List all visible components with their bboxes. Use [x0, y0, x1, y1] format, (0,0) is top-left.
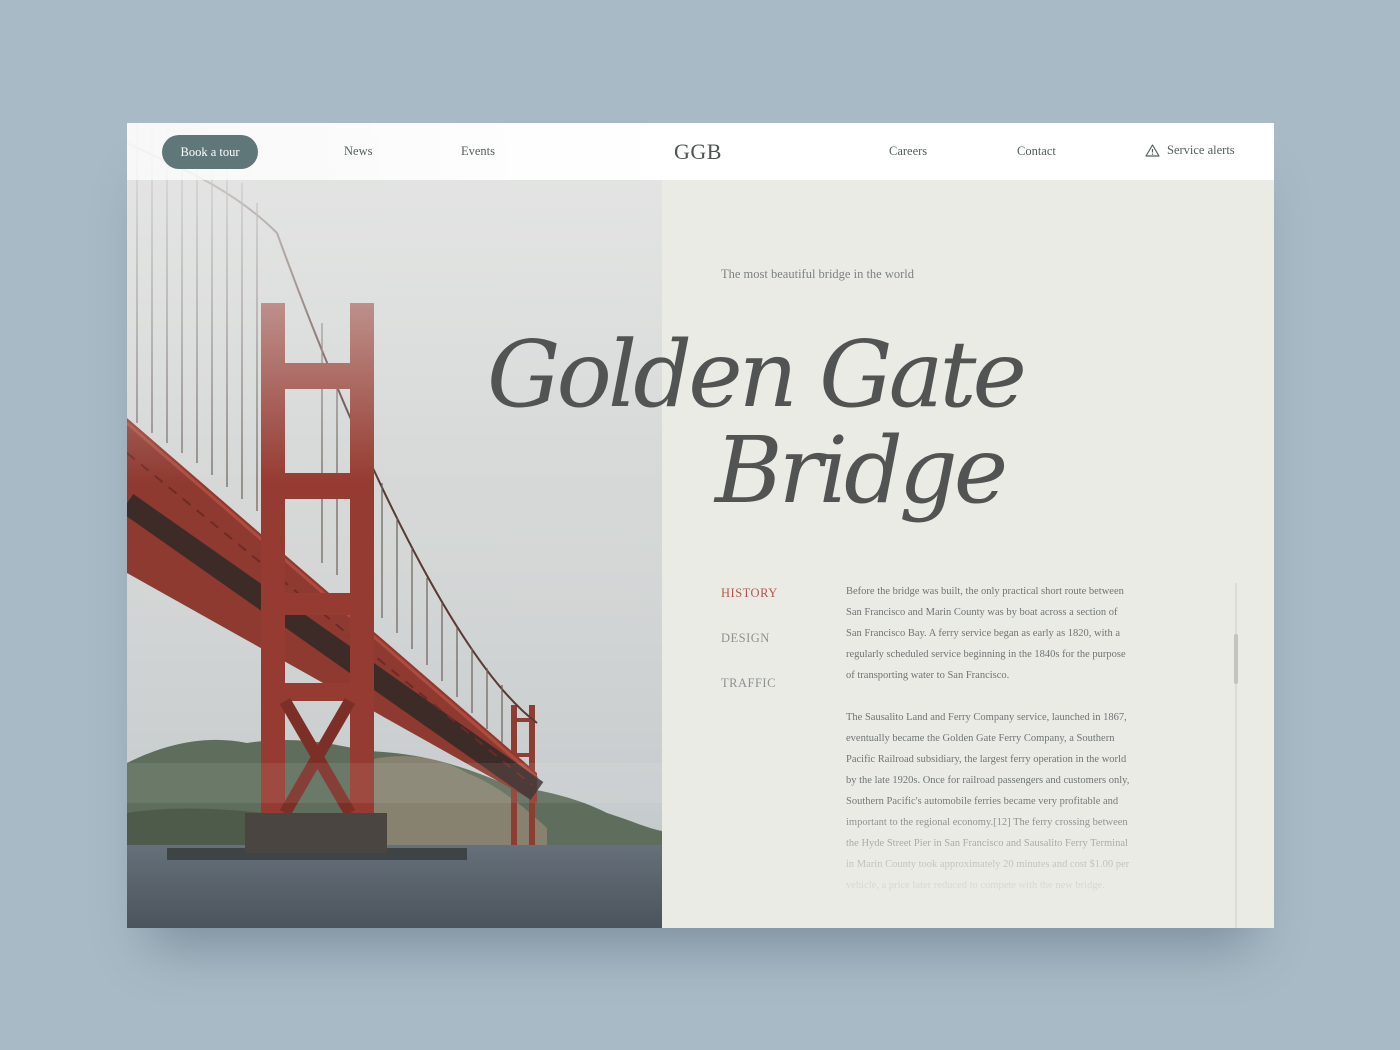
hero-title-line-2: Bridge — [715, 417, 1008, 524]
hero-title-line-1: Golden Gate — [487, 321, 1027, 428]
tab-traffic[interactable]: TRAFFIC — [721, 676, 776, 691]
top-nav-bar: Book a tour News Events GGB Careers Cont… — [127, 123, 1274, 180]
nav-link-contact[interactable]: Contact — [1017, 144, 1056, 159]
hero-tagline: The most beautiful bridge in the world — [721, 267, 915, 281]
nav-link-careers[interactable]: Careers — [889, 144, 927, 159]
article-paragraph-1: Before the bridge was built, the only pr… — [846, 586, 1126, 681]
scrollbar-thumb[interactable] — [1234, 634, 1238, 684]
article-body: Before the bridge was built, the only pr… — [846, 581, 1131, 928]
tab-design[interactable]: DESIGN — [721, 631, 770, 646]
tab-history[interactable]: HISTORY — [721, 586, 778, 601]
article-paragraph-2: The Sausalito Land and Ferry Company ser… — [846, 712, 1130, 891]
nav-link-news[interactable]: News — [344, 144, 372, 159]
site-logo[interactable]: GGB — [674, 139, 722, 165]
warning-triangle-icon — [1145, 144, 1160, 157]
bridge-photo — [127, 123, 662, 928]
page-frame: Book a tour News Events GGB Careers Cont… — [127, 123, 1274, 928]
book-tour-button[interactable]: Book a tour — [162, 135, 258, 169]
service-alerts-link[interactable]: Service alerts — [1145, 143, 1235, 158]
nav-link-events[interactable]: Events — [461, 144, 495, 159]
service-alerts-label: Service alerts — [1167, 143, 1235, 157]
